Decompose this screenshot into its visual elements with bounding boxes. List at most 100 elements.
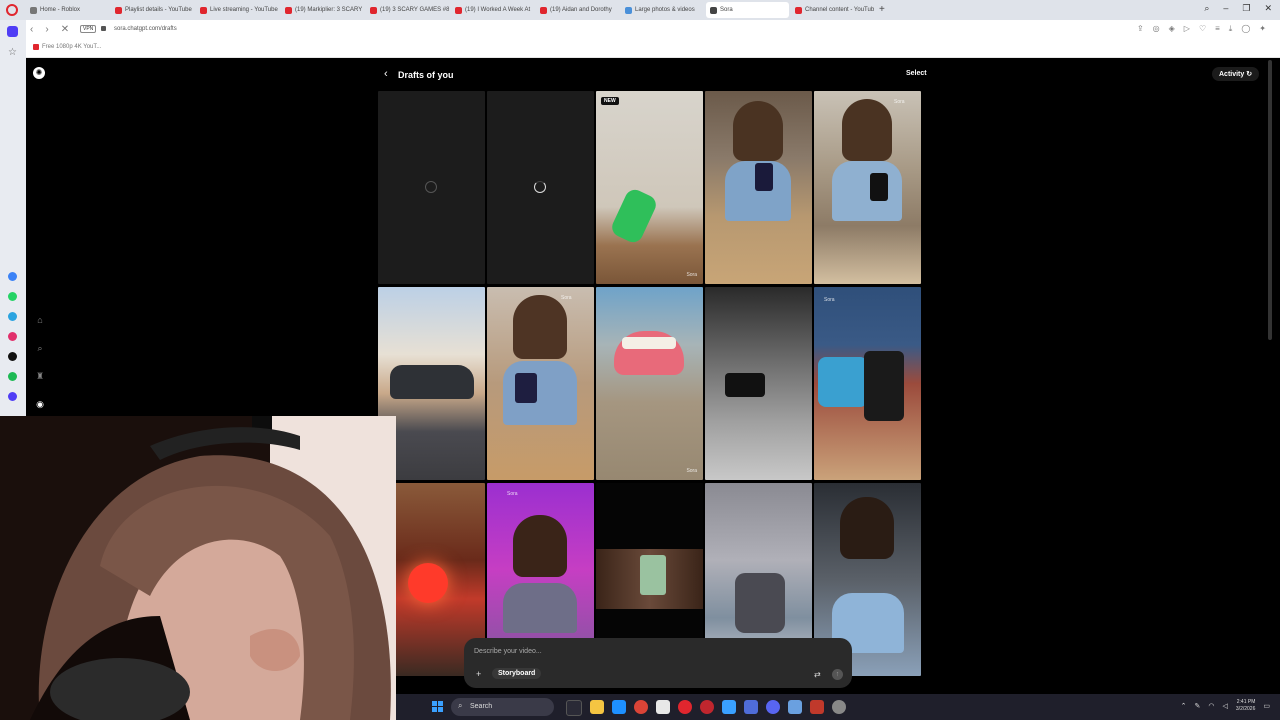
restore-icon[interactable]: ❐ bbox=[1242, 3, 1250, 14]
notifications-icon[interactable]: ▭ bbox=[1263, 702, 1270, 710]
taskbar-apps bbox=[566, 700, 846, 716]
draft-tile[interactable]: Sora bbox=[814, 91, 921, 284]
address-bar: ‹ › ✕ VPN sora.chatgpt.com/drafts ⇪ ◎ ◈ … bbox=[26, 20, 1280, 40]
x-icon[interactable] bbox=[8, 352, 17, 361]
discord-icon[interactable] bbox=[766, 700, 780, 714]
download-icon[interactable]: ⤓ bbox=[1229, 24, 1233, 34]
forward-arrow-icon[interactable]: › bbox=[45, 24, 48, 35]
ai-icon[interactable]: ✦ bbox=[1259, 24, 1266, 34]
lock-icon[interactable] bbox=[101, 26, 106, 31]
heart-icon[interactable]: ♡ bbox=[1199, 24, 1206, 34]
whatsapp-icon[interactable] bbox=[8, 292, 17, 301]
extensions-icon[interactable]: ◈ bbox=[1169, 24, 1175, 34]
opera-icon[interactable] bbox=[700, 700, 714, 714]
play-circle-icon[interactable]: ◉ bbox=[34, 398, 46, 410]
steam-icon[interactable] bbox=[788, 700, 802, 714]
spotify-icon[interactable] bbox=[8, 372, 17, 381]
file-explorer-icon[interactable] bbox=[590, 700, 604, 714]
activity-button[interactable]: Activity ↻ bbox=[1212, 67, 1260, 81]
messenger-icon[interactable] bbox=[8, 272, 17, 281]
taskbar-search[interactable]: ⌕ Search bbox=[451, 698, 554, 716]
shirt-shape bbox=[503, 583, 577, 633]
instagram-icon[interactable] bbox=[8, 332, 17, 341]
task-view-icon[interactable] bbox=[566, 700, 582, 716]
prompt-input[interactable]: Describe your video... bbox=[474, 648, 542, 655]
teeth-row bbox=[622, 337, 676, 349]
browser-tab[interactable]: (19) I Worked A Week At bbox=[451, 2, 534, 18]
sora-logo-icon[interactable]: ✺ bbox=[33, 67, 45, 79]
browser-tab[interactable]: (19) Markiplier: 3 SCARY bbox=[281, 2, 364, 18]
draft-tile[interactable] bbox=[705, 287, 812, 480]
draft-tile-loading[interactable] bbox=[378, 91, 485, 284]
tab-title: (19) Markiplier: 3 SCARY bbox=[295, 7, 363, 13]
wifi-icon[interactable]: ◠ bbox=[1208, 702, 1214, 710]
bookmark-item[interactable]: Free 1080p 4K YouT... bbox=[33, 44, 101, 50]
taskbar-clock[interactable]: 2:41 PM 3/2/2026 bbox=[1236, 699, 1255, 713]
card-shape bbox=[640, 555, 666, 595]
account-icon[interactable]: ◯ bbox=[1241, 24, 1250, 34]
store-icon[interactable] bbox=[656, 700, 670, 714]
volume-icon[interactable]: ◁ bbox=[1223, 702, 1228, 710]
refresh-icon: ↻ bbox=[1246, 71, 1253, 78]
bookmarks-bar: Free 1080p 4K YouT... bbox=[26, 40, 1280, 58]
select-button[interactable]: Select bbox=[902, 68, 931, 79]
windows-start-icon[interactable] bbox=[432, 701, 443, 712]
tray-chevron-icon[interactable]: ⌃ bbox=[1181, 702, 1187, 710]
stop-loading-icon[interactable]: ✕ bbox=[61, 24, 69, 35]
new-tab-plus-icon[interactable]: + bbox=[879, 4, 885, 15]
home-icon[interactable]: ⌂ bbox=[34, 314, 46, 326]
close-window-icon[interactable]: ✕ bbox=[1264, 3, 1272, 14]
opera-logo-icon[interactable] bbox=[6, 4, 18, 16]
page-scrollbar[interactable] bbox=[1268, 60, 1272, 340]
play-icon[interactable]: ▷ bbox=[1184, 24, 1190, 34]
star-icon[interactable]: ☆ bbox=[7, 47, 18, 58]
storyboard-button[interactable]: Storyboard bbox=[492, 668, 542, 679]
aria-icon[interactable] bbox=[7, 26, 18, 37]
browser-tab[interactable]: Large photos & videos bbox=[621, 2, 704, 18]
search-icon[interactable]: ⌕ bbox=[34, 342, 46, 354]
send-arrow-icon[interactable]: ↑ bbox=[832, 669, 843, 680]
add-plus-icon[interactable]: + bbox=[476, 669, 481, 679]
trophy-icon[interactable]: ♜ bbox=[34, 370, 46, 382]
draft-tile[interactable]: Sora bbox=[596, 287, 703, 480]
browser-tab[interactable]: Home - Roblox bbox=[26, 2, 109, 18]
mail-icon[interactable] bbox=[744, 700, 758, 714]
grid-app-icon[interactable] bbox=[810, 700, 824, 714]
telegram-icon[interactable] bbox=[8, 312, 17, 321]
settings-app-icon[interactable] bbox=[722, 700, 736, 714]
new-badge: NEW bbox=[601, 97, 619, 105]
browser-tab[interactable]: (19) 3 SCARY GAMES #84 bbox=[366, 2, 449, 18]
draft-tile[interactable]: Sora bbox=[814, 287, 921, 480]
browser-tab[interactable]: Playlist details - YouTube bbox=[111, 2, 194, 18]
misc-app-icon[interactable] bbox=[832, 700, 846, 714]
camera-icon[interactable]: ◎ bbox=[1153, 24, 1160, 34]
vpn-badge[interactable]: VPN bbox=[80, 25, 97, 33]
draft-tile-loading[interactable] bbox=[487, 91, 594, 284]
draft-tile[interactable]: Sora bbox=[487, 287, 594, 480]
sora-watermark: Sora bbox=[686, 272, 697, 278]
tab-favicon-icon bbox=[455, 6, 462, 14]
chrome-icon[interactable] bbox=[634, 700, 648, 714]
browser-tab[interactable]: (19) Aidan and Dorothy bbox=[536, 2, 619, 18]
settings-sliders-icon[interactable]: ⇄ bbox=[814, 670, 821, 679]
url-field[interactable]: sora.chatgpt.com/drafts bbox=[114, 26, 177, 32]
opera-gx-icon[interactable] bbox=[678, 700, 692, 714]
back-chevron-icon[interactable]: ‹ bbox=[384, 68, 388, 80]
browser-tab[interactable]: Sora bbox=[706, 2, 789, 18]
phone-shape bbox=[515, 373, 537, 403]
edge-icon[interactable] bbox=[612, 700, 626, 714]
share-icon[interactable]: ⇪ bbox=[1137, 24, 1144, 34]
browser-tab[interactable]: Channel content - YouTube bbox=[791, 2, 874, 18]
sora-watermark: Sora bbox=[824, 297, 835, 303]
menu-icon[interactable]: ≡ bbox=[1215, 24, 1220, 34]
person-shape bbox=[864, 351, 904, 421]
pen-icon[interactable]: ✎ bbox=[1195, 702, 1201, 710]
search-tabs-icon[interactable]: ⌕ bbox=[1204, 3, 1209, 14]
discord-icon[interactable] bbox=[8, 392, 17, 401]
draft-tile[interactable]: NEW Sora bbox=[596, 91, 703, 284]
minimize-icon[interactable]: – bbox=[1223, 3, 1228, 14]
browser-tab[interactable]: Live streaming - YouTube bbox=[196, 2, 279, 18]
back-arrow-icon[interactable]: ‹ bbox=[30, 24, 33, 35]
draft-tile[interactable] bbox=[705, 91, 812, 284]
car-shape bbox=[390, 365, 474, 399]
